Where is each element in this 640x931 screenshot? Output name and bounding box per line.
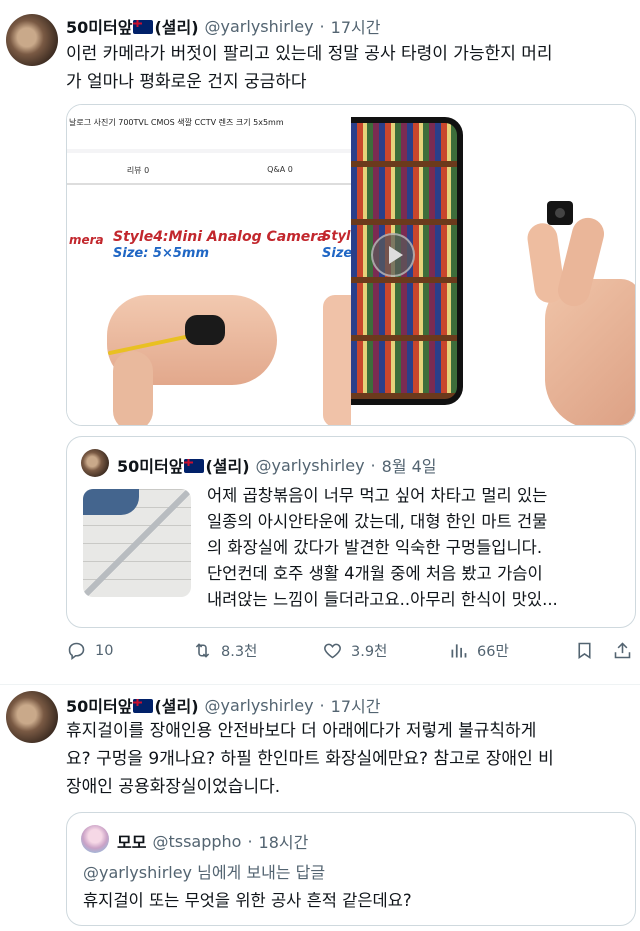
display-name[interactable]: 50미터앞 (셜리)	[66, 693, 199, 717]
tweet-text-line: 요? 구멍을 9개나요? 하필 한인마트 화장실에만요? 참고로 장애인 비	[66, 749, 554, 769]
tiny-camera	[547, 201, 573, 225]
separator-dot: ·	[319, 695, 325, 715]
retweet-icon	[195, 643, 210, 658]
tweet-header: 50미터앞 (셜리) @yarlyshirley · 17시간	[66, 693, 380, 717]
quote-avatar	[81, 449, 109, 477]
ad-size-label: Size: 5×5mm	[113, 246, 210, 261]
quote-display-name: 모모	[117, 833, 147, 852]
finger-shape	[113, 351, 153, 425]
quote-text: 어제 곱창볶음이 너무 먹고 싶어 차타고 멀리 있는 일종의 아시안타운에 갔…	[207, 483, 619, 613]
ad-tabs: 리뷰 0 Q&A 0	[67, 153, 351, 185]
like-count: 3.9천	[351, 644, 388, 660]
finger-shape	[323, 295, 351, 425]
bookmark-button[interactable]	[574, 640, 595, 661]
share-icon	[614, 642, 631, 659]
ad-style-label: Style4:Mini Analog Camera	[113, 229, 327, 245]
tweet-actions: 10 8.3천 3.9천 66만	[66, 640, 636, 670]
tweet-text: 휴지걸이를 장애인용 안전바보다 더 아래에다가 저렇게 불규칙하게 요? 구멍…	[66, 717, 636, 801]
quote-text-line: 어제 곱창볶음이 너무 먹고 싶어 차타고 멀리 있는	[207, 486, 548, 505]
reply-icon	[68, 642, 85, 660]
quote-text-line: 단언컨데 호주 생활 4개월 중에 처음 봤고 가슴이	[207, 564, 543, 583]
ad-tab-qa: Q&A 0	[267, 165, 293, 174]
quoted-tweet[interactable]: 50미터앞 (셜리) @yarlyshirley · 8월 4일 어제 곱창볶음이…	[66, 436, 636, 628]
quote-text-line: 의 화장실에 갔다가 발견한 익숙한 구멍들입니다.	[207, 538, 543, 557]
mini-camera	[185, 315, 225, 345]
separator-dot: ·	[247, 831, 253, 851]
australia-flag-icon	[133, 20, 154, 34]
like-icon	[324, 643, 341, 659]
separator-dot: ·	[319, 16, 325, 36]
reply-button[interactable]: 10	[66, 640, 113, 661]
quote-timestamp: 18시간	[258, 833, 309, 852]
camera-photo	[351, 105, 635, 425]
media-image[interactable]: 날로그 사진기 700TVL CMOS 색깔 CCTV 렌즈 크기 5x5mm …	[66, 104, 636, 426]
tweet-text-line: 휴지걸이를 장애인용 안전바보다 더 아래에다가 저렇게 불규칙하게	[66, 721, 537, 741]
phone-screen	[351, 117, 463, 405]
ad-cut-text: Styl	[322, 229, 351, 244]
like-button[interactable]: 3.9천	[322, 640, 387, 661]
quote-header: 모모 @tssappho · 18시간	[117, 829, 308, 853]
tweet-header: 50미터앞 (셜리) @yarlyshirley · 17시간	[66, 14, 380, 38]
quoted-reply[interactable]: 모모 @tssappho · 18시간 @yarlyshirley 님에게 보내…	[66, 812, 636, 926]
quote-timestamp: 8월 4일	[381, 457, 437, 476]
thumb-fixture	[83, 489, 139, 515]
play-icon	[371, 233, 415, 277]
quote-text: 휴지걸이 또는 무엇을 위한 공사 흔적 같은데요?	[83, 891, 412, 910]
display-name[interactable]: 50미터앞 (셜리)	[66, 14, 199, 38]
ad-tab-reviews: 리뷰 0	[126, 166, 150, 175]
australia-flag-icon	[184, 459, 205, 473]
hand-palm	[545, 279, 635, 425]
ad-title: 날로그 사진기 700TVL CMOS 색깔 CCTV 렌즈 크기 5x5mm	[67, 105, 351, 149]
views-icon	[451, 644, 467, 658]
ad-cut-text: mera	[69, 233, 104, 247]
views-count: 66만	[477, 644, 509, 660]
share-button[interactable]	[612, 640, 633, 661]
tweet-text-line: 장애인 공용화장실이었습니다.	[66, 777, 281, 797]
reply-count: 10	[95, 642, 114, 659]
ad-cut-text: Size	[322, 246, 351, 261]
separator-dot: ·	[370, 455, 376, 475]
tweet-1[interactable]: 50미터앞 (셜리) @yarlyshirley · 17시간 이런 카메라가 버…	[0, 0, 640, 684]
retweet-button[interactable]: 8.3천	[192, 640, 257, 661]
hand-holding-camera	[523, 201, 635, 425]
avatar[interactable]	[6, 14, 58, 66]
timestamp[interactable]: 17시간	[331, 14, 381, 38]
australia-flag-icon	[133, 699, 154, 713]
bookmark-icon	[578, 642, 591, 659]
replying-label: 님에게 보내는 답글	[192, 863, 326, 882]
quote-thumbnail	[83, 489, 191, 597]
replying-to: @yarlyshirley 님에게 보내는 답글	[83, 859, 325, 883]
quote-text-line: 일종의 아시안타운에 갔는데, 대형 한인 마트 건물	[207, 512, 548, 531]
tweet-text-line: 가 얼마나 평화로운 건지 궁금하다	[66, 72, 307, 92]
handle[interactable]: @yarlyshirley	[205, 696, 314, 715]
tweet-text: 이런 카메라가 버젓이 팔리고 있는데 정말 공사 타령이 가능한지 머리 가 …	[66, 40, 636, 96]
replying-handle[interactable]: @yarlyshirley	[83, 863, 192, 882]
bookshelf-screen	[351, 123, 457, 399]
quote-text-line: 내려앉는 느낌이 들더라고요..아무리 한식이 맛있...	[207, 590, 558, 609]
avatar[interactable]	[6, 691, 58, 743]
timestamp[interactable]: 17시간	[331, 693, 381, 717]
product-ad-image: 날로그 사진기 700TVL CMOS 색깔 CCTV 렌즈 크기 5x5mm …	[67, 105, 351, 425]
tweet-text-line: 이런 카메라가 버젓이 팔리고 있는데 정말 공사 타령이 가능한지 머리	[66, 44, 553, 64]
handle[interactable]: @yarlyshirley	[205, 17, 314, 36]
views-button[interactable]: 66만	[448, 640, 509, 661]
quote-header: 50미터앞 (셜리) @yarlyshirley · 8월 4일	[117, 453, 437, 477]
quote-handle: @tssappho	[152, 831, 242, 851]
retweet-count: 8.3천	[221, 644, 258, 660]
quote-handle: @yarlyshirley	[255, 455, 365, 475]
quote-avatar	[81, 825, 109, 853]
quote-display-name: 50미터앞 (셜리)	[117, 457, 250, 476]
